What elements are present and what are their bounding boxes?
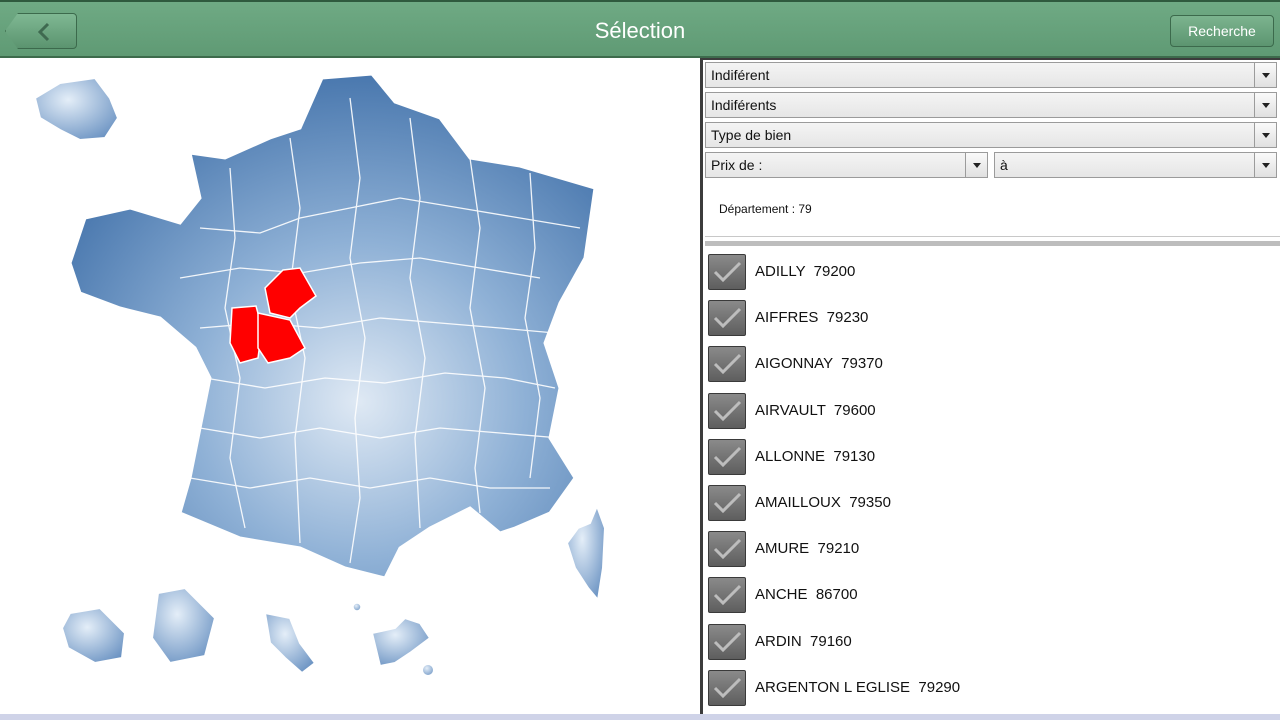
list-item[interactable]: ANCHE 86700: [703, 573, 1280, 619]
chevron-down-icon[interactable]: [1254, 153, 1276, 177]
property-type-select[interactable]: Type de bien: [705, 122, 1277, 148]
filter-select-1[interactable]: Indiférent: [705, 62, 1277, 88]
commune-label: ARGENTON L EGLISE 79290: [755, 678, 961, 696]
check-icon: [713, 585, 742, 606]
check-icon: [713, 354, 742, 375]
list-item[interactable]: AMURE 79210: [703, 527, 1280, 573]
france-map[interactable]: [0, 58, 700, 716]
commune-label: ARDIN 79160: [755, 632, 852, 650]
filter-panel: Indiférent Indiférents Type de bien Prix…: [700, 58, 1280, 714]
property-type-value: Type de bien: [711, 127, 792, 143]
check-icon: [713, 308, 742, 329]
check-icon: [713, 446, 742, 467]
checkbox[interactable]: [708, 438, 746, 475]
checkbox[interactable]: [708, 669, 746, 706]
check-icon: [713, 677, 742, 698]
search-button[interactable]: Recherche: [1170, 15, 1274, 47]
check-icon: [713, 492, 742, 514]
department-info: Département : 79: [705, 182, 1277, 238]
list-item[interactable]: AIRVAULT 79600: [703, 389, 1280, 435]
checkbox[interactable]: [708, 484, 746, 521]
check-icon: [713, 400, 742, 421]
overseas-island-3[interactable]: [263, 611, 317, 675]
bottom-bar: [0, 714, 1280, 720]
price-from-value: Prix de :: [711, 157, 763, 173]
checkbox[interactable]: [708, 531, 746, 568]
department-label: Département : 79: [719, 202, 812, 216]
commune-list[interactable]: ADILLY 79200 AIFFRES 79230 AIGONNAY 79370 A…: [703, 250, 1280, 712]
overseas-island-5[interactable]: [421, 663, 435, 677]
ile-de-france-inset[interactable]: [33, 76, 120, 142]
chevron-down-icon[interactable]: [1254, 93, 1276, 117]
list-item[interactable]: AIGONNAY 79370: [703, 342, 1280, 388]
commune-label: ADILLY 79200: [755, 263, 856, 280]
price-from-select[interactable]: Prix de :: [705, 152, 988, 178]
checkbox[interactable]: [708, 300, 746, 337]
commune-label: ALLONNE 79130: [755, 447, 876, 465]
checkbox[interactable]: [708, 392, 746, 429]
divider: [705, 236, 1280, 237]
commune-label: AIGONNAY 79370: [755, 355, 883, 373]
commune-label: AIFFRES 79230: [755, 309, 869, 327]
check-icon: [713, 631, 742, 652]
overseas-island-2[interactable]: [150, 586, 217, 665]
list-item[interactable]: ADILLY 79200: [703, 250, 1280, 296]
list-item[interactable]: ALLONNE 79130: [703, 435, 1280, 481]
price-to-select[interactable]: à: [994, 152, 1277, 178]
check-icon: [713, 539, 742, 560]
commune-label: ANCHE 86700: [755, 586, 858, 604]
divider: [705, 241, 1280, 246]
checkbox[interactable]: [708, 346, 746, 383]
list-item[interactable]: AMAILLOUX 79350: [703, 481, 1280, 527]
chevron-down-icon[interactable]: [1254, 63, 1276, 87]
commune-label: AIRVAULT 79600: [755, 401, 876, 419]
list-item[interactable]: AIFFRES 79230: [703, 296, 1280, 342]
checkbox[interactable]: [708, 577, 746, 614]
corsica[interactable]: [565, 503, 607, 603]
overseas-island-1[interactable]: [60, 606, 127, 665]
overseas-island-6[interactable]: [352, 602, 362, 612]
filter-select-2-value: Indiférents: [711, 97, 777, 113]
price-to-value: à: [1000, 157, 1008, 173]
chevron-down-icon[interactable]: [965, 153, 987, 177]
filter-select-2[interactable]: Indiférents: [705, 92, 1277, 118]
filter-select-1-value: Indiférent: [711, 67, 770, 83]
chevron-down-icon[interactable]: [1254, 123, 1276, 147]
checkbox[interactable]: [708, 623, 746, 660]
list-item[interactable]: ARGENTON L EGLISE 79290: [703, 666, 1280, 712]
commune-label: AMURE 79210: [755, 540, 860, 558]
top-bar: Sélection Recherche: [0, 0, 1280, 58]
page-title: Sélection: [594, 18, 686, 43]
list-item[interactable]: ARDIN 79160: [703, 620, 1280, 666]
overseas-island-4[interactable]: [370, 616, 432, 668]
check-icon: [713, 261, 742, 283]
checkbox[interactable]: [708, 254, 746, 290]
commune-label: AMAILLOUX 79350: [755, 493, 891, 511]
